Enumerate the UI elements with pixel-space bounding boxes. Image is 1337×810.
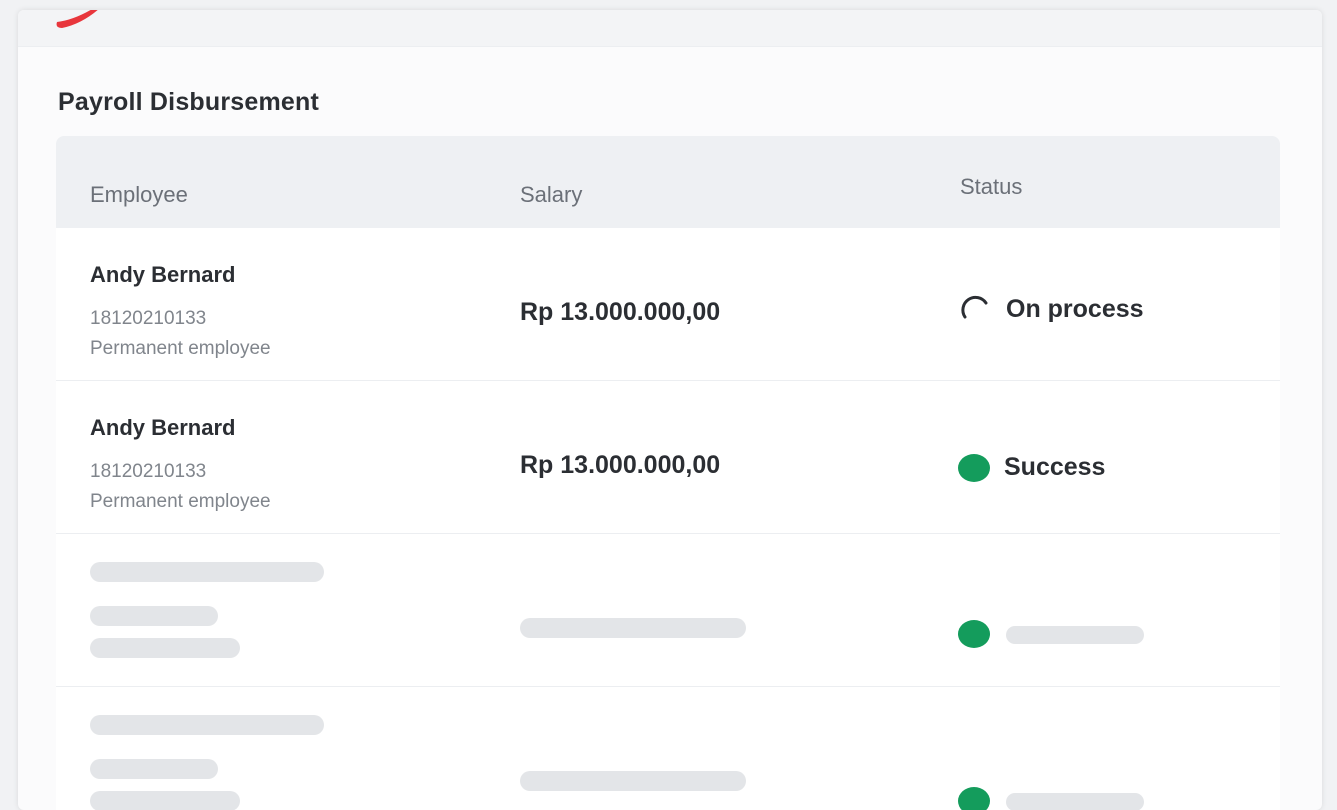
placeholder-row bbox=[56, 687, 1280, 810]
status-cell: On process bbox=[958, 292, 1144, 326]
table-row[interactable]: Andy Bernard 18120210133 Permanent emplo… bbox=[56, 228, 1280, 381]
table-header: Employee Salary Status bbox=[56, 136, 1280, 228]
skeleton-id bbox=[90, 606, 218, 626]
skeleton-name bbox=[90, 715, 324, 735]
top-bar bbox=[18, 10, 1322, 47]
salary-amount: Rp 13.000.000,00 bbox=[520, 298, 721, 326]
employee-id: 18120210133 bbox=[90, 461, 207, 482]
green-dot-icon bbox=[958, 787, 990, 810]
salary-amount: Rp 13.000.000,00 bbox=[520, 451, 721, 479]
employee-name: Andy Bernard bbox=[90, 262, 236, 287]
column-header-salary: Salary bbox=[520, 182, 583, 207]
skeleton-id bbox=[90, 759, 218, 779]
skeleton-status bbox=[1006, 793, 1144, 810]
skeleton-status bbox=[1006, 626, 1144, 644]
employee-name: Andy Bernard bbox=[90, 415, 236, 440]
placeholder-row bbox=[56, 534, 1280, 687]
skeleton-salary bbox=[520, 618, 746, 638]
payroll-card: Payroll Disbursement Employee Salary Sta… bbox=[18, 10, 1322, 810]
skeleton-name bbox=[90, 562, 324, 582]
employee-type: Permanent employee bbox=[90, 491, 271, 512]
status-label: On process bbox=[1006, 294, 1144, 323]
skeleton-type bbox=[90, 638, 240, 658]
page-title: Payroll Disbursement bbox=[58, 88, 320, 116]
table-row[interactable]: Andy Bernard 18120210133 Permanent emplo… bbox=[56, 381, 1280, 534]
green-dot-icon bbox=[958, 620, 990, 648]
skeleton-type bbox=[90, 791, 240, 810]
status-cell: Success bbox=[958, 453, 1105, 482]
employee-id: 18120210133 bbox=[90, 308, 207, 329]
skeleton-salary bbox=[520, 771, 746, 791]
spinner-icon bbox=[961, 295, 988, 319]
column-header-status: Status bbox=[960, 174, 1023, 199]
payroll-table: Employee Salary Status Andy Bernard 1812… bbox=[56, 136, 1280, 810]
green-dot-icon bbox=[958, 453, 990, 482]
status-label: Success bbox=[1004, 453, 1106, 481]
employee-type: Permanent employee bbox=[90, 338, 271, 359]
brand-logo-icon bbox=[56, 10, 98, 28]
column-header-employee: Employee bbox=[90, 182, 188, 207]
